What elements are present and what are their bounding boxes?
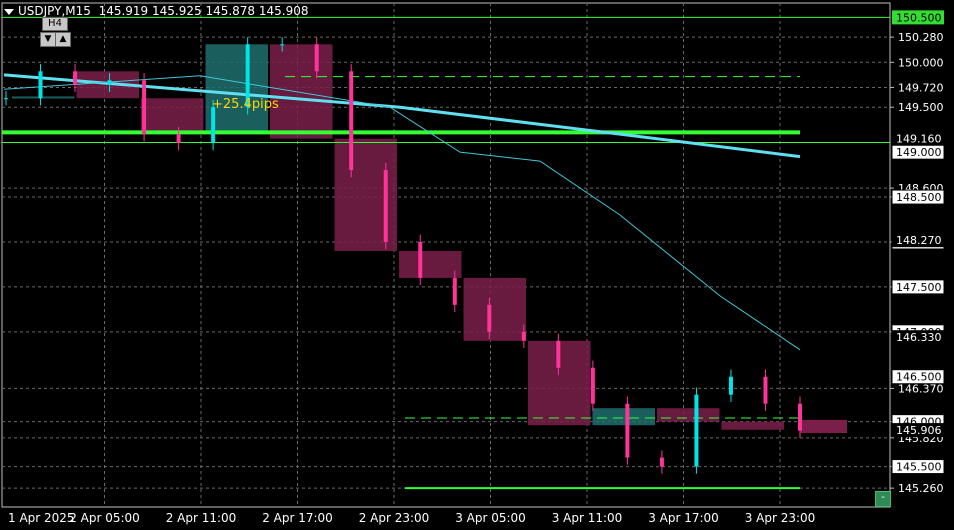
price-label-text: 149.160	[896, 133, 942, 146]
price-tick-label: 146.370	[898, 382, 944, 395]
h4-box	[657, 408, 720, 422]
candle-body	[73, 71, 78, 85]
price-label-text: 150.500	[896, 11, 942, 24]
candle-body	[349, 71, 354, 171]
candle-body	[556, 340, 561, 368]
h4-box	[141, 98, 204, 135]
time-label: 1 Apr 2025	[8, 511, 75, 525]
price-label-text: 148.500	[896, 191, 942, 204]
time-label: 3 Apr 23:00	[745, 511, 816, 525]
candle-body	[659, 457, 664, 467]
timeframe-label[interactable]: H4	[42, 17, 68, 31]
price-label-text: 146.500	[896, 371, 942, 384]
chart-header: USDJPY,M15 145.919 145.925 145.878 145.9…	[4, 4, 309, 18]
time-label: 3 Apr 11:00	[552, 511, 623, 525]
moving-averages	[3, 73, 801, 351]
price-label-text: 149.000	[896, 146, 942, 159]
candle-body	[38, 71, 43, 99]
h4-box	[721, 421, 784, 430]
price-tick-label: 150.000	[898, 56, 944, 69]
pips-annotation: +25.4pips	[212, 97, 279, 112]
candle-body	[176, 134, 181, 144]
candle-body	[314, 44, 319, 72]
symbol-label: USDJPY,M15	[18, 4, 91, 18]
price-tick-label: 149.720	[898, 81, 944, 94]
price-tick-label: 145.260	[898, 482, 944, 495]
time-label: 2 Apr 23:00	[359, 511, 430, 525]
time-axis: 1 Apr 20252 Apr 05:00 2 Apr 11:00 2 Apr 17…	[8, 511, 815, 525]
candle-body	[107, 80, 112, 85]
price-label-text: 147.500	[896, 281, 942, 294]
candle-body	[728, 376, 733, 395]
dropdown-triangle-icon[interactable]	[4, 8, 14, 15]
price-tick-label: 149.500	[898, 101, 944, 114]
time-label: 2 Apr 05:00	[69, 511, 140, 525]
time-label: 3 Apr 17:00	[648, 511, 719, 525]
candle-body	[521, 331, 526, 341]
h4-box	[463, 277, 526, 341]
price-chart[interactable]: 150.280150.000149.720149.500148.600148.5…	[0, 0, 954, 530]
candle-body	[798, 403, 802, 431]
price-label-text: 145.906	[896, 424, 942, 437]
price-label-text: 146.330	[896, 331, 942, 344]
h4-box	[592, 408, 655, 426]
time-label: 2 Apr 11:00	[166, 511, 237, 525]
candle-body	[763, 376, 768, 404]
candle-body	[487, 304, 492, 332]
h4-box	[270, 44, 333, 139]
candle-body	[452, 277, 457, 305]
candle-body	[142, 80, 147, 135]
triangle-up-icon[interactable]: ▲	[55, 32, 71, 47]
candle-body	[694, 394, 699, 467]
price-label-text: 148.270	[896, 234, 942, 247]
h4-box	[12, 96, 75, 99]
h4-box	[399, 250, 462, 278]
candle-body	[625, 403, 630, 458]
price-tick-label: 150.280	[898, 31, 944, 44]
triangle-down-icon[interactable]: ▼	[40, 32, 56, 47]
timeframe-panel: H4 ▼ ▲	[38, 17, 71, 47]
minimize-button[interactable]: -	[875, 491, 891, 507]
candle-body	[590, 367, 595, 404]
candle-body	[280, 44, 285, 46]
time-label: 3 Apr 05:00	[455, 511, 526, 525]
price-label-text: 145.500	[896, 461, 942, 474]
forming-box	[800, 419, 847, 434]
ma-thin	[3, 75, 801, 351]
candle-body	[383, 170, 388, 242]
price-axis: 150.280150.000149.720149.500148.600148.5…	[890, 10, 945, 495]
h4-candle-boxes	[12, 44, 847, 434]
ohlc-values: 145.919 145.925 145.878 145.908	[98, 4, 309, 18]
candle-body	[4, 98, 8, 100]
candle-body	[418, 241, 423, 278]
candle-body	[211, 107, 216, 144]
time-label: 2 Apr 17:00	[262, 511, 333, 525]
